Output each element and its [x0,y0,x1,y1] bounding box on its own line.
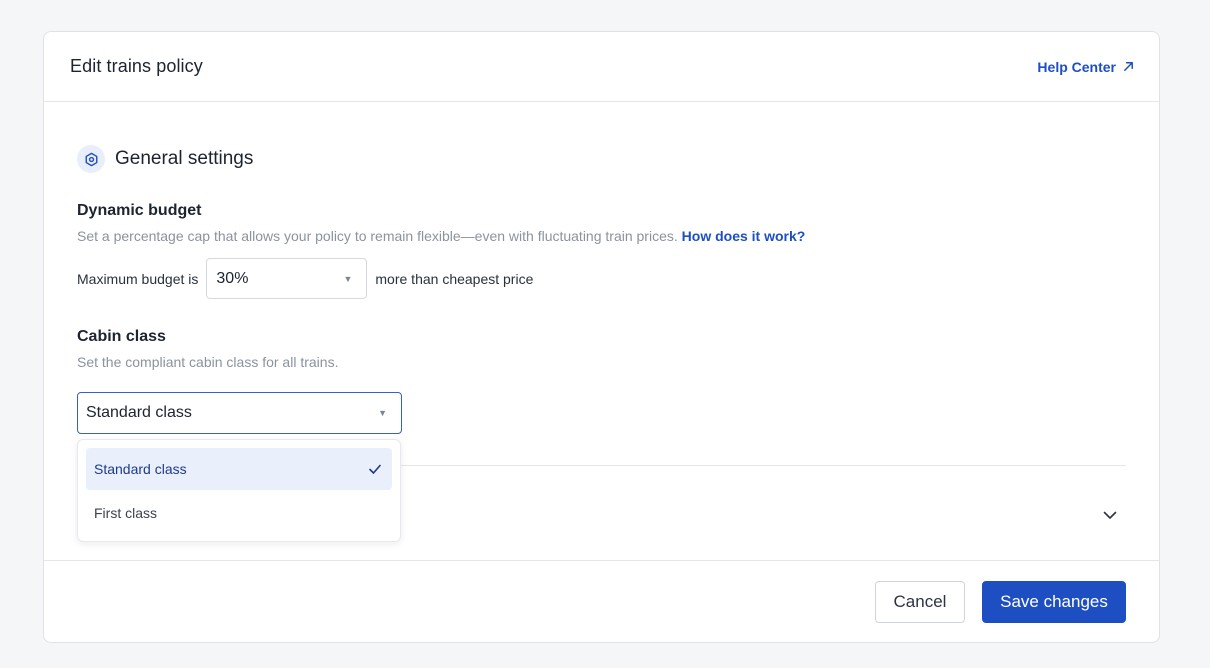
budget-percentage-select[interactable]: 30% ▼ [206,258,368,299]
cabin-select-value: Standard class [86,404,192,421]
dropdown-option-first-class[interactable]: First class [86,492,392,534]
gear-icon [77,145,105,173]
dynamic-budget-title: Dynamic budget [77,202,202,219]
budget-row: Maximum budget is 30% ▼ more than cheape… [77,258,1126,299]
modal-header: Edit trains policy Help Center [44,32,1159,102]
budget-prefix: Maximum budget is [77,270,199,287]
modal-footer: Cancel Save changes [44,560,1159,642]
dynamic-budget-description-text: Set a percentage cap that allows your po… [77,228,678,244]
modal-title: Edit trains policy [70,56,203,76]
edit-policy-modal: Edit trains policy Help Center General s… [43,31,1160,643]
help-center-label: Help Center [1037,58,1116,75]
cabin-class-dropdown: Standard class First class [77,439,401,542]
save-changes-button[interactable]: Save changes [982,580,1126,623]
chevron-down-icon[interactable] [1102,507,1118,523]
check-icon [369,464,381,474]
dropdown-option-standard-class[interactable]: Standard class [86,448,392,490]
dynamic-budget-description: Set a percentage cap that allows your po… [77,228,1126,244]
how-does-it-work-link[interactable]: How does it work? [682,228,806,244]
caret-down-icon: ▼ [378,408,387,418]
general-settings-header: General settings [77,102,1126,173]
cancel-button[interactable]: Cancel [875,580,965,623]
option-label: Standard class [94,461,187,477]
option-label: First class [94,505,157,521]
section-title: General settings [115,148,254,169]
help-center-link[interactable]: Help Center [1037,59,1135,75]
cabin-class-description: Set the compliant cabin class for all tr… [77,354,339,370]
caret-down-icon: ▼ [343,273,353,284]
budget-suffix: more than cheapest price [375,270,534,287]
cabin-class-title: Cabin class [77,328,166,345]
external-link-icon [1124,62,1133,71]
cabin-class-select[interactable]: Standard class ▼ [77,392,402,434]
budget-select-value: 30% [216,269,249,287]
modal-body: General settings Dynamic budget Set a pe… [44,102,1159,561]
